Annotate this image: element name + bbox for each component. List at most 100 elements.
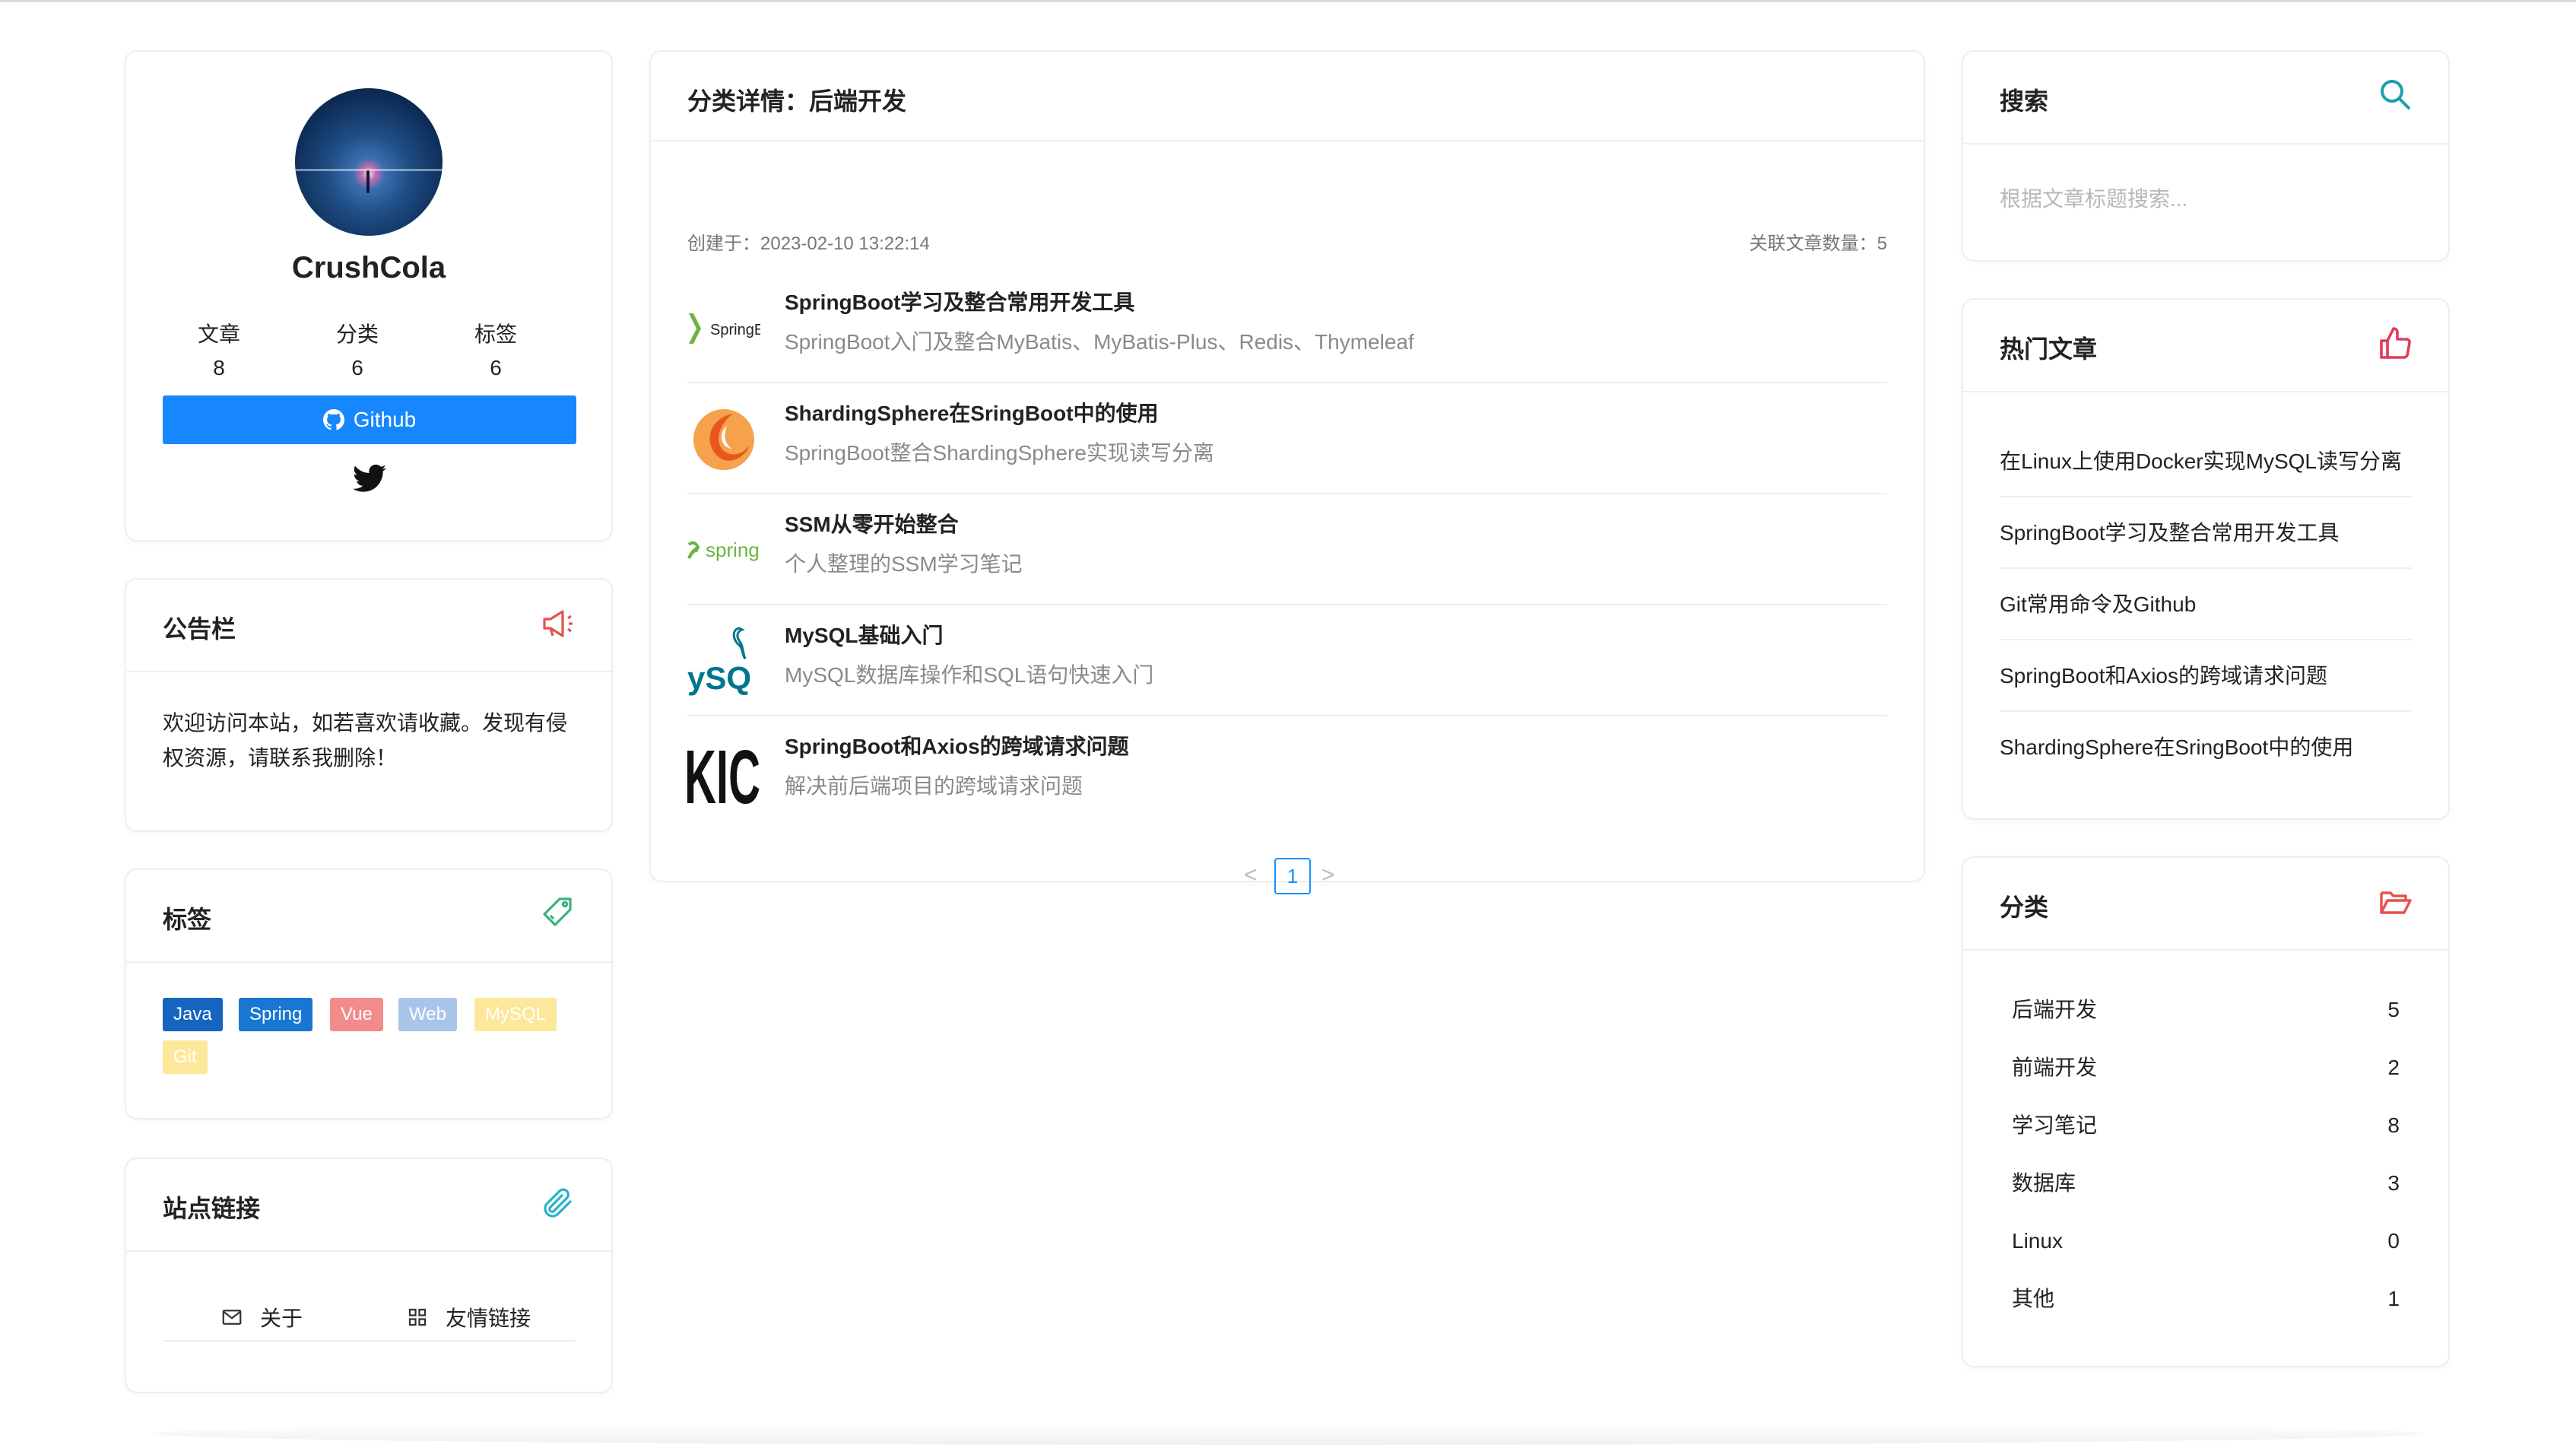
category-count: 2 <box>2387 1056 2400 1079</box>
tags-title: 标签 <box>163 906 212 933</box>
github-button[interactable]: Github <box>163 395 576 444</box>
mysql-logo[interactable]: ySQ <box>687 625 760 698</box>
stat-label: 文章 <box>197 322 240 346</box>
stat-value: 8 <box>213 356 225 380</box>
page-1-button[interactable]: 1 <box>1274 858 1311 894</box>
category-name: 学习笔记 <box>2012 1113 2098 1137</box>
notice-title: 公告栏 <box>163 615 236 643</box>
friend-links-label: 友情链接 <box>446 1307 531 1330</box>
created-time: 创建于：2023-02-10 13:22:14 <box>687 233 930 254</box>
site-links-card: 站点链接 关于 友情链接 <box>125 1158 613 1393</box>
pagination: < 1 > <box>651 858 1924 894</box>
avatar-figure <box>366 170 370 193</box>
axios-logo[interactable]: KIC <box>684 735 760 820</box>
article-description: 个人整理的SSM学习笔记 <box>785 552 1023 576</box>
article-title[interactable]: SSM从零开始整合 <box>785 508 959 538</box>
category-item[interactable]: 学习笔记 8 <box>2012 1097 2400 1154</box>
stat-value: 6 <box>490 356 502 380</box>
springboot-logo[interactable]: SpringE <box>687 292 764 365</box>
hot-article-item[interactable]: Git常用命令及Github <box>2000 569 2412 640</box>
friend-links-link[interactable]: 友情链接 <box>406 1302 531 1332</box>
hot-articles-header: 热门文章 <box>1963 300 2448 392</box>
tag-spring[interactable]: Spring <box>239 998 313 1031</box>
hot-article-item[interactable]: SpringBoot学习及整合常用开发工具 <box>2000 497 2412 569</box>
next-page-button[interactable]: > <box>1321 862 1335 888</box>
svg-text:SpringE: SpringE <box>710 322 760 338</box>
category-count: 1 <box>2387 1287 2400 1310</box>
search-input[interactable] <box>2000 176 2412 222</box>
article-item[interactable]: KIC SpringBoot和Axios的跨域请求问题解决前后端项目的跨域请求问题 <box>684 716 1887 827</box>
category-item[interactable]: 后端开发 5 <box>2012 981 2400 1039</box>
top-border <box>0 0 2576 2</box>
about-label: 关于 <box>260 1307 303 1330</box>
avatar[interactable] <box>295 88 443 236</box>
footer-shadow <box>152 1422 2424 1445</box>
megaphone-icon <box>543 610 573 637</box>
shardingsphere-logo[interactable] <box>687 403 760 476</box>
category-count: 0 <box>2387 1229 2400 1253</box>
stat-articles[interactable]: 文章 8 <box>173 318 265 380</box>
stat-value: 6 <box>351 356 363 380</box>
category-name: Linux <box>2012 1229 2063 1253</box>
hot-articles-card: 热门文章 在Linux上使用Docker实现MySQL读写分离 SpringBoo… <box>1962 298 2450 820</box>
article-count: 关联文章数量：5 <box>1749 233 1887 254</box>
article-description: 解决前后端项目的跨域请求问题 <box>785 774 1083 798</box>
search-icon[interactable] <box>2377 76 2413 113</box>
article-title[interactable]: ShardingSphere在SringBoot中的使用 <box>785 397 1159 427</box>
hot-article-item[interactable]: SpringBoot和Axios的跨域请求问题 <box>2000 640 2412 712</box>
categories-card: 分类 后端开发 5 前端开发 2 学习笔记 8 数据库 3 Linux 0 其他 1 <box>1962 856 2450 1367</box>
category-count: 3 <box>2387 1171 2400 1195</box>
twitter-icon[interactable] <box>351 461 388 497</box>
hot-article-item[interactable]: 在Linux上使用Docker实现MySQL读写分离 <box>2000 426 2412 497</box>
category-name: 其他 <box>2012 1287 2055 1310</box>
category-name: 前端开发 <box>2012 1056 2098 1079</box>
site-links-row: 关于 友情链接 <box>163 1252 575 1342</box>
grid-icon <box>408 1308 427 1326</box>
site-links-title: 站点链接 <box>163 1195 261 1222</box>
tags-card: 标签 Java Spring Vue Web MySQL Git <box>125 869 613 1119</box>
article-description: MySQL数据库操作和SQL语句快速入门 <box>785 663 1154 687</box>
paperclip-icon <box>544 1188 572 1218</box>
profile-card: CrushCola 文章 8 分类 6 标签 6 Github <box>125 50 613 541</box>
about-link[interactable]: 关于 <box>220 1302 303 1332</box>
hot-article-item[interactable]: ShardingSphere在SringBoot中的使用 <box>2000 712 2412 783</box>
category-item[interactable]: Linux 0 <box>2012 1212 2400 1270</box>
stat-categories[interactable]: 分类 6 <box>312 318 403 380</box>
category-item[interactable]: 其他 1 <box>2012 1270 2400 1328</box>
article-title[interactable]: MySQL基础入门 <box>785 619 943 649</box>
article-item[interactable]: SpringE SpringBoot学习及整合常用开发工具 SpringBoot入门… <box>687 272 1887 383</box>
tag-java[interactable]: Java <box>163 998 223 1031</box>
article-description: SpringBoot整合ShardingSphere实现读写分离 <box>785 441 1214 465</box>
category-count: 5 <box>2387 998 2400 1021</box>
tag-mysql[interactable]: MySQL <box>474 998 557 1031</box>
tag-git[interactable]: Git <box>163 1040 208 1074</box>
thumbs-up-icon <box>2380 327 2411 359</box>
article-title[interactable]: SpringBoot学习及整合常用开发工具 <box>785 286 1134 316</box>
tag-icon <box>543 897 572 926</box>
spring-logo[interactable]: spring <box>687 514 760 587</box>
search-header: 搜索 <box>1963 52 2448 144</box>
hot-articles-title: 热门文章 <box>2000 335 2098 363</box>
tag-vue[interactable]: Vue <box>330 998 383 1031</box>
stat-tags[interactable]: 标签 6 <box>450 318 541 380</box>
notice-card: 公告栏 欢迎访问本站，如若喜欢请收藏。发现有侵权资源，请联系我删除！ <box>125 578 613 832</box>
stat-label: 标签 <box>474 322 517 346</box>
prev-page-button[interactable]: < <box>1244 862 1258 888</box>
profile-name: CrushCola <box>291 251 446 284</box>
folder-open-icon <box>2380 891 2412 914</box>
search-title: 搜索 <box>2000 87 2049 115</box>
article-item[interactable]: ySQ MySQL基础入门 MySQL数据库操作和SQL语句快速入门 <box>687 605 1887 716</box>
svg-text:spring: spring <box>706 538 760 561</box>
category-name: 数据库 <box>2012 1171 2076 1195</box>
tag-web[interactable]: Web <box>398 998 457 1031</box>
category-item[interactable]: 前端开发 2 <box>2012 1039 2400 1097</box>
category-item[interactable]: 数据库 3 <box>2012 1154 2400 1212</box>
article-title[interactable]: SpringBoot和Axios的跨域请求问题 <box>785 730 1129 761</box>
category-detail-title: 分类详情：后端开发 <box>687 87 907 115</box>
article-item[interactable]: spring SSM从零开始整合个人整理的SSM学习笔记 <box>687 494 1887 605</box>
stat-label: 分类 <box>335 322 379 346</box>
article-item[interactable]: ShardingSphere在SringBoot中的使用 SpringBoot整合… <box>687 383 1887 494</box>
categories-title: 分类 <box>2000 894 2049 921</box>
notice-text: 欢迎访问本站，如若喜欢请收藏。发现有侵权资源，请联系我删除！ <box>163 711 568 770</box>
category-detail-header: 分类详情：后端开发 <box>651 52 1924 141</box>
